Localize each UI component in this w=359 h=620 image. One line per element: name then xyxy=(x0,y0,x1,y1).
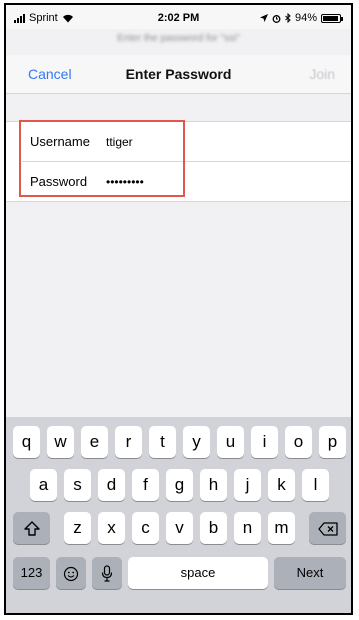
page-title: Enter Password xyxy=(125,66,232,82)
key-l[interactable]: l xyxy=(302,469,329,501)
key-h[interactable]: h xyxy=(200,469,227,501)
location-icon xyxy=(259,14,268,22)
key-z[interactable]: z xyxy=(64,512,91,544)
key-a[interactable]: a xyxy=(30,469,57,501)
key-w[interactable]: w xyxy=(47,426,74,458)
next-key[interactable]: Next xyxy=(274,557,346,589)
username-label: Username xyxy=(30,134,90,149)
status-bar: Sprint 2:02 PM 94% xyxy=(6,5,351,29)
username-field[interactable]: Username ttiger xyxy=(6,122,351,161)
key-i[interactable]: i xyxy=(251,426,278,458)
numbers-key[interactable]: 123 xyxy=(13,557,50,589)
navigation-bar: Cancel Enter Password Join xyxy=(6,55,351,94)
dictation-key[interactable] xyxy=(92,557,122,589)
username-value[interactable]: ttiger xyxy=(106,135,133,149)
key-s[interactable]: s xyxy=(64,469,91,501)
key-y[interactable]: y xyxy=(183,426,210,458)
space-key[interactable]: space xyxy=(128,557,268,589)
key-f[interactable]: f xyxy=(132,469,159,501)
phone-screen: Sprint 2:02 PM 94% Enter the password fo… xyxy=(4,3,353,615)
key-u[interactable]: u xyxy=(217,426,244,458)
status-right: 94% xyxy=(259,12,343,24)
keyboard: q w e r t y u i o p a s d f g h j k l z … xyxy=(6,417,351,613)
join-button[interactable]: Join xyxy=(309,66,335,82)
battery-icon xyxy=(321,13,343,23)
key-x[interactable]: x xyxy=(98,512,125,544)
key-d[interactable]: d xyxy=(98,469,125,501)
key-r[interactable]: r xyxy=(115,426,142,458)
key-t[interactable]: t xyxy=(149,426,176,458)
delete-key[interactable] xyxy=(309,512,346,544)
key-g[interactable]: g xyxy=(166,469,193,501)
delete-icon xyxy=(317,521,338,536)
key-b[interactable]: b xyxy=(200,512,227,544)
battery-percent: 94% xyxy=(294,12,317,24)
network-prompt: Enter the password for "ssi" xyxy=(117,33,240,44)
key-p[interactable]: p xyxy=(319,426,346,458)
key-m[interactable]: m xyxy=(268,512,295,544)
credentials-form: Username ttiger Password ••••••••• xyxy=(6,121,351,202)
password-label: Password xyxy=(30,174,88,189)
key-o[interactable]: o xyxy=(285,426,312,458)
emoji-icon xyxy=(63,566,79,581)
key-v[interactable]: v xyxy=(166,512,193,544)
key-j[interactable]: j xyxy=(234,469,261,501)
password-value[interactable]: ••••••••• xyxy=(106,175,144,189)
key-k[interactable]: k xyxy=(268,469,295,501)
password-field[interactable]: Password ••••••••• xyxy=(6,162,351,201)
bluetooth-icon xyxy=(285,13,291,23)
key-c[interactable]: c xyxy=(132,512,159,544)
emoji-key[interactable] xyxy=(56,557,86,589)
key-n[interactable]: n xyxy=(234,512,261,544)
key-q[interactable]: q xyxy=(13,426,40,458)
key-e[interactable]: e xyxy=(81,426,108,458)
microphone-icon xyxy=(101,565,113,582)
shift-key[interactable] xyxy=(13,512,50,544)
shift-icon xyxy=(23,521,40,536)
alarm-icon xyxy=(272,14,281,23)
